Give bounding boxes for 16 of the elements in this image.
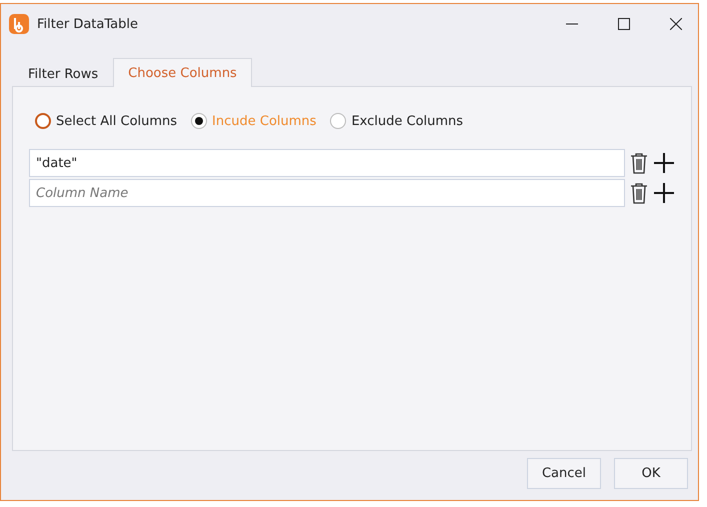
app-logo-icon [9, 14, 29, 34]
trash-icon[interactable] [629, 182, 649, 204]
window-title: Filter DataTable [37, 16, 139, 32]
close-icon [670, 18, 682, 30]
column-name-field[interactable]: Column Name [29, 179, 625, 207]
radio-option[interactable]: Select All Columns [35, 113, 178, 129]
trash-icon[interactable] [629, 152, 649, 174]
tab[interactable]: Choose Columns [113, 58, 252, 87]
plus-icon[interactable] [653, 182, 675, 204]
dialog-button[interactable]: Cancel [527, 458, 601, 489]
plus-icon[interactable] [653, 152, 675, 174]
column-name-field[interactable]: "date" [29, 149, 625, 177]
tab[interactable]: Filter Rows [13, 61, 114, 87]
radio-option[interactable]: Exclude Columns [330, 113, 464, 129]
maximize-icon [618, 18, 630, 30]
dialog-button[interactable]: OK [614, 458, 688, 489]
